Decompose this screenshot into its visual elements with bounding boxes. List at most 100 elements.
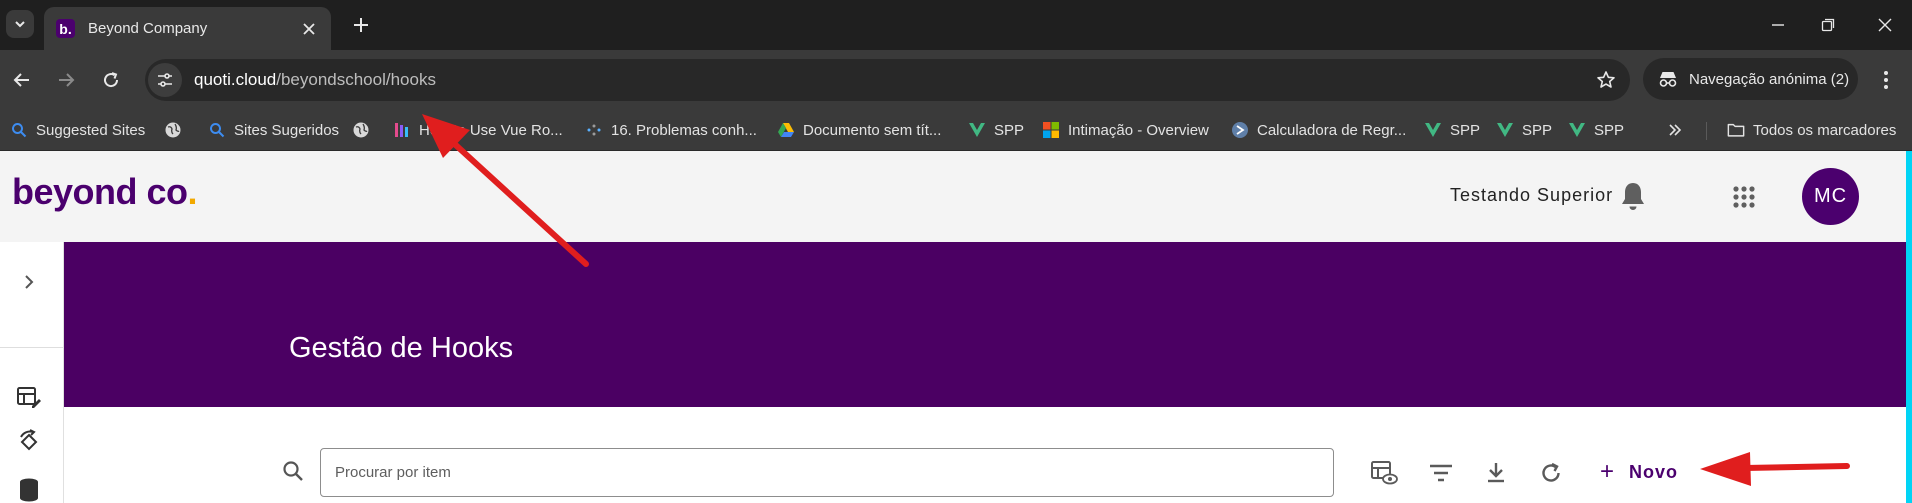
bookmark-label: Intimação - Overview: [1068, 121, 1209, 139]
search-icon: [278, 456, 308, 486]
window-restore-button[interactable]: [1814, 12, 1842, 38]
sidebar-item-database[interactable]: [13, 474, 45, 503]
new-tab-button[interactable]: [348, 12, 374, 38]
minimize-icon: [1772, 24, 1784, 26]
bookmark-label: SPP: [1594, 121, 1625, 139]
url-text: quoti.cloud/beyondschool/hooks: [194, 70, 436, 90]
web-page: beyond co. Testando Superior MC Gestão d…: [0, 151, 1912, 503]
page-title: Gestão de Hooks: [289, 332, 514, 364]
app-header: beyond co. Testando Superior MC: [0, 151, 1906, 242]
new-item-label: Novo: [1629, 461, 1679, 482]
bookmark-label: How to Use Vue Ro...: [419, 121, 563, 139]
table-edit-icon: [17, 387, 41, 408]
bookmarks-overflow-button[interactable]: [1668, 119, 1682, 141]
bookmark-vue-router[interactable]: How to Use Vue Ro...: [393, 119, 563, 141]
address-bar[interactable]: quoti.cloud/beyondschool/hooks: [145, 59, 1630, 101]
vue-icon: [1424, 121, 1442, 139]
bookmark-intimacao[interactable]: Intimação - Overview: [1042, 119, 1209, 141]
notifications-button[interactable]: [1616, 178, 1650, 214]
bookmark-label: SPP: [994, 121, 1025, 139]
bookmark-problemas[interactable]: 16. Problemas conh...: [585, 119, 757, 141]
bookmarks-bar: Suggested Sites Sites Sugeridos How to U…: [0, 110, 1912, 151]
tab-close-button[interactable]: [299, 19, 319, 39]
download-icon: [1488, 463, 1504, 483]
vue-icon: [393, 121, 411, 139]
bookmark-label: Calculadora de Regr...: [1257, 121, 1407, 139]
incognito-indicator[interactable]: Navegação anónima (2): [1643, 58, 1858, 100]
user-avatar[interactable]: MC: [1802, 168, 1859, 225]
bookmark-sites-sugeridos[interactable]: Sites Sugeridos: [208, 119, 339, 141]
arrow-right-icon: [59, 73, 75, 87]
all-bookmarks-button[interactable]: Todos os marcadores: [1727, 119, 1896, 141]
arrow-left-icon: [13, 73, 29, 87]
drive-icon: [777, 121, 795, 139]
url-path: /beyondschool/hooks: [276, 70, 436, 89]
double-chevron-right-icon: [1669, 124, 1682, 136]
search-input[interactable]: [320, 448, 1334, 497]
tab-title: Beyond Company: [88, 20, 208, 37]
window-close-button[interactable]: [1871, 12, 1899, 38]
calculator-icon: [1231, 121, 1249, 139]
bookmark-spp-1[interactable]: SPP: [968, 119, 1024, 141]
page-banner: Gestão de Hooks: [64, 242, 1906, 407]
sidebar-divider: [0, 347, 63, 348]
bookmark-suggested-sites[interactable]: Suggested Sites: [10, 119, 145, 141]
bookmark-label: SPP: [1450, 121, 1481, 139]
browser-toolbar: quoti.cloud/beyondschool/hooks Navegação…: [0, 50, 1912, 110]
search-icon: [208, 121, 226, 139]
bookmark-label: SPP: [1522, 121, 1553, 139]
filter-button[interactable]: [1424, 456, 1458, 490]
column-visibility-button[interactable]: [1367, 456, 1401, 490]
tune-icon: [158, 73, 172, 87]
bookmark-calculadora[interactable]: Calculadora de Regr...: [1231, 119, 1406, 141]
close-icon: [1878, 18, 1892, 32]
beyond-logo[interactable]: beyond co.: [12, 171, 198, 213]
bookmark-spp-2[interactable]: SPP: [1424, 119, 1480, 141]
plus-icon: +: [1600, 458, 1616, 485]
bell-icon: [1622, 183, 1644, 210]
sidebar-item-table-edit[interactable]: [13, 382, 45, 414]
logo-text: beyond co: [12, 171, 188, 212]
browser-menu-button[interactable]: [1872, 64, 1900, 96]
more-vertical-icon: [1884, 71, 1888, 89]
sidebar-expand-button[interactable]: [13, 266, 45, 298]
apps-menu-button[interactable]: [1728, 181, 1760, 213]
bookmarks-separator: [1706, 122, 1707, 140]
beyond-favicon-icon: b.: [56, 19, 75, 38]
table-eye-icon: [1371, 461, 1398, 485]
search-icon: [10, 121, 28, 139]
browser-tab-active[interactable]: b. Beyond Company: [44, 7, 331, 50]
bookmark-globe-1[interactable]: [164, 119, 190, 141]
globe-icon: [352, 121, 370, 139]
bookmark-label: Sites Sugeridos: [234, 121, 340, 139]
tab-search-button[interactable]: [6, 10, 34, 38]
apps-grid-icon: [1733, 186, 1755, 208]
new-item-button[interactable]: + Novo: [1590, 453, 1688, 491]
filter-lines-icon: [1430, 464, 1452, 482]
vue-icon: [968, 121, 986, 139]
screen: b. Beyond Company quoti.cloud/beyondscho…: [0, 0, 1912, 503]
reload-button[interactable]: [95, 64, 127, 96]
close-icon: [303, 22, 315, 35]
download-button[interactable]: [1479, 456, 1513, 490]
logo-dot: .: [187, 171, 198, 212]
bookmark-spp-3[interactable]: SPP: [1496, 119, 1552, 141]
bookmark-spp-4[interactable]: SPP: [1568, 119, 1624, 141]
reload-icon: [104, 72, 119, 88]
accent-strip: [1906, 151, 1912, 503]
refresh-button[interactable]: [1534, 456, 1568, 490]
bookmark-star-button[interactable]: [1594, 68, 1618, 92]
back-button[interactable]: [6, 64, 38, 96]
bookmark-documento[interactable]: Documento sem tít...: [777, 119, 941, 141]
incognito-icon: [1659, 72, 1677, 87]
sidebar-item-hooks[interactable]: [13, 426, 45, 458]
bookmark-globe-2[interactable]: [352, 119, 378, 141]
forward-button[interactable]: [50, 64, 82, 96]
rotate-diamond-icon: [20, 429, 38, 451]
url-host: quoti.cloud: [194, 70, 277, 89]
dots-icon: [585, 121, 603, 139]
site-info-button[interactable]: [148, 63, 182, 97]
browser-tabstrip: b. Beyond Company: [0, 0, 1912, 50]
microsoft-icon: [1042, 121, 1060, 139]
window-minimize-button[interactable]: [1764, 12, 1792, 38]
